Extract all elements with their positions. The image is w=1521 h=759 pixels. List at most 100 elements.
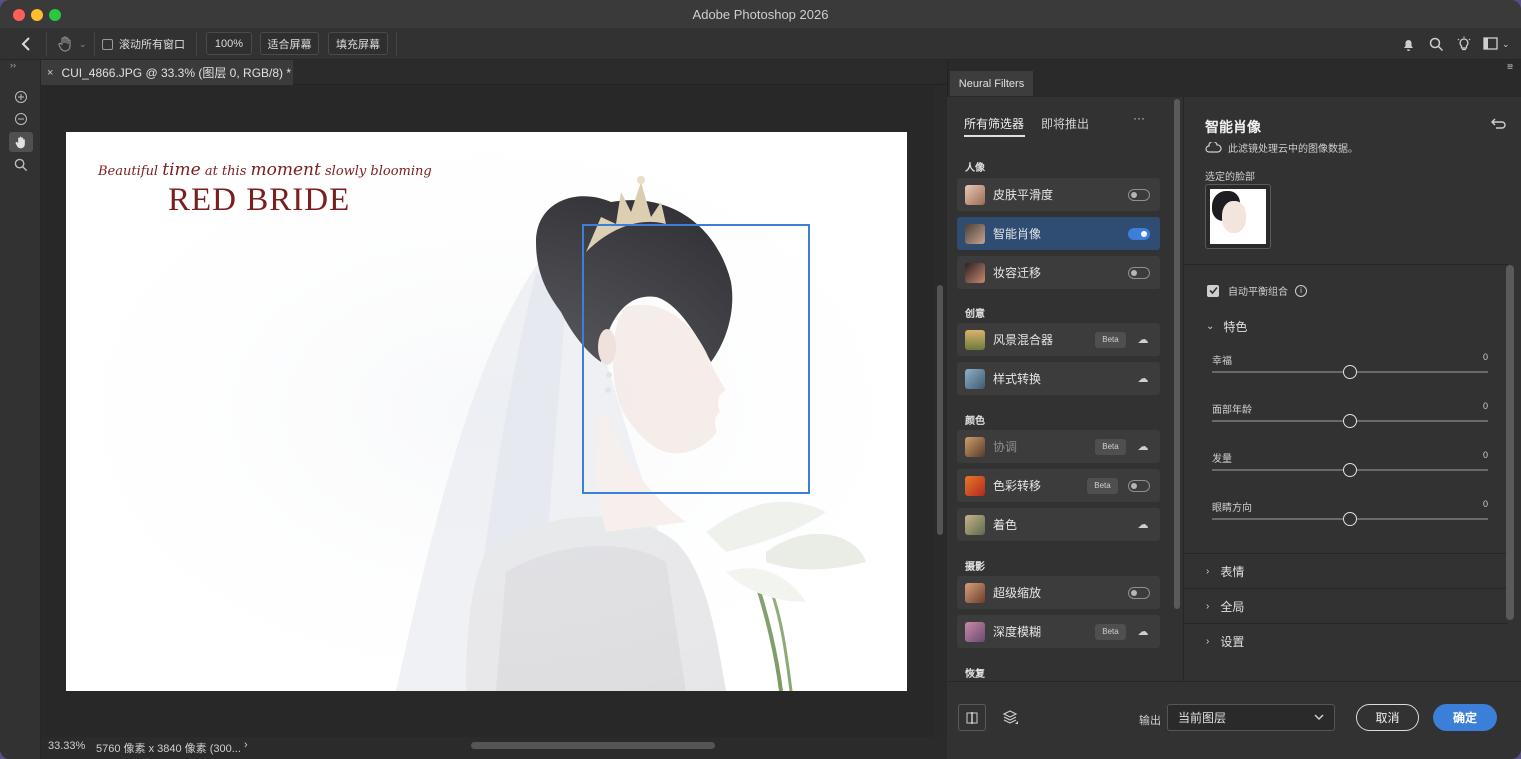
magnifier-icon [14, 158, 28, 172]
filter-style-transfer[interactable]: 样式转换 ☁ [957, 362, 1160, 395]
subtract-selection-icon [15, 113, 27, 125]
toolbar: ›› [0, 60, 41, 759]
hand-tool-preset[interactable]: ⌄ [57, 28, 87, 60]
preview-toggle-button[interactable] [958, 704, 986, 731]
zoom-100-button[interactable]: 100% [206, 32, 252, 55]
split-view-icon [966, 711, 978, 724]
cancel-button[interactable]: 取消 [1356, 704, 1419, 731]
workspace-icon [1483, 37, 1498, 50]
filter-label: 样式转换 [993, 372, 1042, 386]
collapse-toolbar-icon[interactable]: ›› [10, 60, 16, 70]
filter-list-scrollbar[interactable] [1172, 97, 1182, 681]
cloud-download-icon[interactable]: ☁ [1136, 372, 1150, 385]
neural-filters-tab[interactable]: Neural Filters [950, 71, 1033, 96]
filter-harmonization[interactable]: 协调 Beta ☁ [957, 430, 1160, 463]
reset-button[interactable] [1490, 116, 1506, 133]
featured-section-header[interactable]: ⌄ 特色 [1206, 318, 1247, 335]
auto-balance-checkbox[interactable]: 自动平衡组合 i [1207, 283, 1307, 298]
color-transfer-toggle[interactable] [1128, 479, 1150, 492]
status-menu-arrow[interactable]: › [244, 739, 248, 751]
tab-all-filters[interactable]: 所有筛选器 [964, 115, 1024, 132]
discover-button[interactable] [1456, 28, 1472, 60]
selected-face-label: 选定的脸部 [1205, 172, 1255, 183]
status-bar: 33.33% 5760 像素 x 3840 像素 (300... › [41, 737, 947, 759]
ok-button[interactable]: 确定 [1433, 704, 1497, 731]
back-button[interactable] [20, 28, 34, 60]
filter-landscape-mixer[interactable]: 风景混合器 Beta ☁ [957, 323, 1160, 356]
section-settings[interactable]: › 设置 [1184, 623, 1508, 658]
close-tab-icon[interactable]: × [47, 67, 53, 79]
slider-eye-direction[interactable]: 眼睛方向 0 [1212, 499, 1488, 539]
filter-smart-portrait[interactable]: 智能肖像 [957, 217, 1160, 250]
thumbnail-face [1222, 201, 1246, 233]
filter-super-zoom[interactable]: 超级缩放 [957, 576, 1160, 609]
slider-knob[interactable] [1343, 512, 1357, 526]
face-selection-box[interactable] [582, 224, 810, 494]
checkbox-box[interactable] [102, 38, 113, 50]
divider [1184, 264, 1508, 265]
chevron-down-icon: ⌄ [1502, 38, 1510, 49]
cloud-download-icon[interactable]: ☁ [1136, 333, 1150, 346]
filter-skin-smoothing[interactable]: 皮肤平滑度 [957, 178, 1160, 211]
detail-title: 智能肖像 [1205, 119, 1261, 135]
slider-happiness[interactable]: 幸福 0 [1212, 352, 1488, 392]
fill-screen-button[interactable]: 填充屏幕 [328, 32, 388, 55]
tab-upcoming[interactable]: 即将推出 [1041, 115, 1089, 132]
slider-value: 0 [1482, 499, 1488, 509]
output-select[interactable]: 当前图层 [1167, 704, 1335, 731]
document-tab[interactable]: × CUI_4866.JPG @ 33.3% (图层 0, RGB/8) * [41, 60, 293, 85]
makeup-transfer-toggle[interactable] [1128, 266, 1150, 279]
cloud-download-icon[interactable]: ☁ [1136, 625, 1150, 638]
slider-knob[interactable] [1343, 414, 1357, 428]
document-image[interactable]: Beautiful time at this moment slowly blo… [66, 132, 907, 691]
canvas-vertical-scrollbar[interactable] [933, 85, 947, 737]
zoom-tool[interactable] [9, 155, 33, 175]
workspace-switcher[interactable]: ⌄ [1483, 28, 1510, 60]
zoom-level[interactable]: 33.33% [48, 740, 85, 752]
smart-portrait-toggle[interactable] [1128, 227, 1150, 240]
cloud-icon [1205, 142, 1222, 153]
document-tab-bar: × CUI_4866.JPG @ 33.3% (图层 0, RGB/8) * [41, 60, 947, 85]
slider-facial-age[interactable]: 面部年龄 0 [1212, 401, 1488, 441]
canvas-horizontal-scrollbar[interactable] [471, 742, 715, 749]
slider-knob[interactable] [1343, 463, 1357, 477]
filter-color-transfer[interactable]: 色彩转移 Beta [957, 469, 1160, 502]
checkbox-checked[interactable] [1207, 284, 1219, 297]
filter-makeup-transfer[interactable]: 妆容迁移 [957, 256, 1160, 289]
subtract-tool[interactable] [9, 109, 33, 129]
skin-smoothing-icon [965, 184, 985, 205]
more-options-icon[interactable]: ··· [1133, 111, 1145, 125]
filter-colorize[interactable]: 着色 ☁ [957, 508, 1160, 541]
section-expression[interactable]: › 表情 [1184, 553, 1508, 588]
super-zoom-toggle[interactable] [1128, 586, 1150, 599]
section-global[interactable]: › 全局 [1184, 588, 1508, 623]
slider-knob[interactable] [1343, 365, 1357, 379]
skin-smoothing-toggle[interactable] [1128, 188, 1150, 201]
selected-face-thumbnail[interactable] [1205, 184, 1271, 249]
slider-value: 0 [1482, 352, 1488, 362]
notifications-button[interactable] [1401, 28, 1416, 60]
cloud-download-icon[interactable]: ☁ [1136, 440, 1150, 453]
show-layer-button[interactable] [1002, 708, 1020, 729]
filter-depth-blur[interactable]: 深度模糊 Beta ☁ [957, 615, 1160, 648]
filter-label: 协调 [993, 440, 1018, 454]
face-thumbnail-image [1210, 189, 1266, 244]
scrollbar-thumb[interactable] [937, 285, 943, 535]
slider-hair-thickness[interactable]: 发量 0 [1212, 450, 1488, 490]
cloud-download-icon[interactable]: ☁ [1136, 518, 1150, 531]
chevron-left-icon [21, 37, 30, 51]
scroll-all-windows-checkbox[interactable]: 滚动所有窗口 [102, 28, 185, 60]
filter-list: 所有筛选器 即将推出 ··· 人像 皮肤平滑度 智能肖像 妆容迁移 创意 风景混… [948, 97, 1169, 681]
info-icon[interactable]: i [1295, 284, 1307, 297]
hand-tool[interactable] [9, 132, 33, 152]
scrollbar-thumb[interactable] [1174, 99, 1180, 609]
panel-menu-icon[interactable]: ≡ [1507, 62, 1513, 73]
detail-scrollbar[interactable] [1506, 265, 1514, 620]
fit-screen-button[interactable]: 适合屏幕 [260, 32, 319, 55]
tagline-word: moment [250, 160, 321, 180]
harmonization-icon [965, 436, 985, 457]
options-bar: ⌄ 滚动所有窗口 100% 适合屏幕 填充屏幕 ⌄ [0, 28, 1521, 60]
face-tool[interactable] [9, 87, 33, 107]
search-button[interactable] [1429, 28, 1444, 60]
filter-label: 妆容迁移 [993, 266, 1042, 280]
